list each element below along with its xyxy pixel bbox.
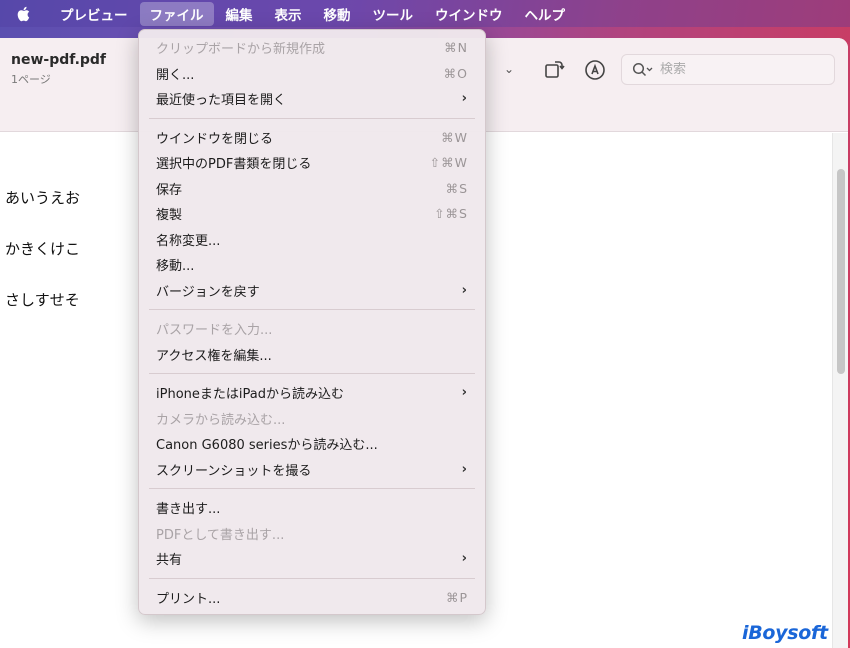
text-line: あいうえお xyxy=(5,189,81,207)
chevron-right-icon: › xyxy=(461,461,467,477)
vertical-scrollbar[interactable] xyxy=(832,133,848,648)
menu-separator xyxy=(149,309,475,310)
menu-item-shortcut: ⌘N xyxy=(444,40,468,56)
menu-item-label: クリップボードから新規作成 xyxy=(156,42,326,58)
file-menu-dropdown: クリップボードから新規作成 ⌘N 開く... ⌘O 最近使った項目を開く › ウ… xyxy=(138,29,486,615)
menu-item-label: Canon G6080 seriesから読み込む... xyxy=(156,438,378,454)
menu-item-open-recent[interactable]: 最近使った項目を開く › xyxy=(139,86,485,112)
menu-item-shortcut: ⌘P xyxy=(445,589,468,605)
iboysoft-logo: iBoysoft xyxy=(742,622,828,644)
menu-separator xyxy=(149,577,475,579)
menu-item-export[interactable]: 書き出す... xyxy=(139,495,485,521)
menu-item-label: 開く... xyxy=(156,67,195,83)
menu-item-export-as-pdf[interactable]: PDFとして書き出す... xyxy=(139,521,485,547)
text-line: かきくけこ xyxy=(5,240,81,258)
menu-item-take-screenshot[interactable]: スクリーンショットを撮る › xyxy=(139,457,485,483)
menu-item-label: パスワードを入力... xyxy=(156,323,273,339)
menu-item-open[interactable]: 開く... ⌘O xyxy=(139,61,485,87)
menu-edit[interactable]: 編集 xyxy=(216,2,263,26)
menu-item-label: スクリーンショットを撮る xyxy=(156,463,312,479)
menu-item-shortcut: ⌘W xyxy=(441,129,468,145)
menu-item-shortcut: ⇧⌘W xyxy=(429,155,468,171)
menu-item-label: iPhoneまたはiPadから読み込む xyxy=(156,387,344,403)
menu-app-name[interactable]: プレビュー xyxy=(46,2,138,26)
document-title[interactable]: new-pdf.pdf xyxy=(11,52,106,68)
menu-separator xyxy=(149,373,475,374)
menu-item-close-window[interactable]: ウインドウを閉じる ⌘W xyxy=(139,125,485,151)
menu-item-import-from-scanner[interactable]: Canon G6080 seriesから読み込む... xyxy=(139,431,485,457)
menu-item-import-from-camera[interactable]: カメラから読み込む... xyxy=(139,406,485,432)
search-icon xyxy=(632,62,653,76)
menu-item-new-from-clipboard[interactable]: クリップボードから新規作成 ⌘N xyxy=(139,35,485,61)
chevron-down-icon[interactable]: ⌄ xyxy=(504,62,514,76)
menu-item-rename[interactable]: 名称変更... xyxy=(139,227,485,253)
menu-separator xyxy=(149,488,475,489)
menu-item-label: プリント... xyxy=(156,591,221,607)
rotate-icon[interactable] xyxy=(543,58,565,80)
menu-item-label: アクセス権を編集... xyxy=(156,348,272,364)
menu-item-print[interactable]: プリント... ⌘P xyxy=(139,585,485,611)
menu-window[interactable]: ウインドウ xyxy=(425,2,513,26)
menu-item-revert[interactable]: バージョンを戻す › xyxy=(139,278,485,304)
menu-item-label: 共有 xyxy=(156,553,183,569)
menu-item-label: カメラから読み込む... xyxy=(156,412,286,428)
menu-item-label: 移動... xyxy=(156,259,195,275)
menu-item-label: 選択中のPDF書類を閉じる xyxy=(156,157,312,173)
menu-item-label: PDFとして書き出す... xyxy=(156,527,285,543)
menu-item-shortcut: ⌘S xyxy=(445,180,468,196)
menu-item-shortcut: ⇧⌘S xyxy=(434,206,468,222)
scrollbar-thumb[interactable] xyxy=(837,169,845,374)
menu-item-label: 複製 xyxy=(156,208,183,224)
chevron-right-icon: › xyxy=(461,91,467,107)
menu-item-close-selected-pdf[interactable]: 選択中のPDF書類を閉じる ⇧⌘W xyxy=(139,150,485,176)
chevron-right-icon: › xyxy=(461,385,467,401)
menu-bar: プレビュー ファイル 編集 表示 移動 ツール ウインドウ ヘルプ xyxy=(0,0,850,27)
menu-item-shortcut: ⌘O xyxy=(443,65,468,81)
menu-item-label: 最近使った項目を開く xyxy=(156,93,287,109)
chevron-right-icon: › xyxy=(461,551,467,567)
menu-item-save[interactable]: 保存 ⌘S xyxy=(139,176,485,202)
search-input[interactable] xyxy=(660,62,820,77)
menu-item-duplicate[interactable]: 複製 ⇧⌘S xyxy=(139,201,485,227)
menu-view[interactable]: 表示 xyxy=(265,2,312,26)
menu-item-label: バージョンを戻す xyxy=(156,284,260,300)
menu-item-label: 保存 xyxy=(156,182,183,198)
menu-go[interactable]: 移動 xyxy=(314,2,361,26)
search-field[interactable] xyxy=(621,54,835,85)
menu-item-share[interactable]: 共有 › xyxy=(139,546,485,572)
menu-item-label: ウインドウを閉じる xyxy=(156,131,274,147)
menu-file[interactable]: ファイル xyxy=(139,1,214,26)
apple-icon xyxy=(17,6,30,21)
menu-item-edit-permissions[interactable]: アクセス権を編集... xyxy=(139,342,485,368)
menu-item-move[interactable]: 移動... xyxy=(139,252,485,278)
document-page-count: 1ページ xyxy=(11,73,51,86)
menu-item-enter-password[interactable]: パスワードを入力... xyxy=(139,316,485,342)
menu-item-label: 書き出す... xyxy=(156,502,221,518)
text-line: さしすせそ xyxy=(5,291,80,309)
menu-help[interactable]: ヘルプ xyxy=(515,2,576,26)
chevron-right-icon: › xyxy=(461,282,467,298)
menu-item-import-from-iphone[interactable]: iPhoneまたはiPadから読み込む › xyxy=(139,380,485,406)
menu-item-label: 名称変更... xyxy=(156,233,221,249)
menu-separator xyxy=(149,117,475,119)
markup-icon[interactable] xyxy=(584,59,606,81)
apple-menu[interactable] xyxy=(0,6,46,22)
menu-tools[interactable]: ツール xyxy=(363,2,424,26)
